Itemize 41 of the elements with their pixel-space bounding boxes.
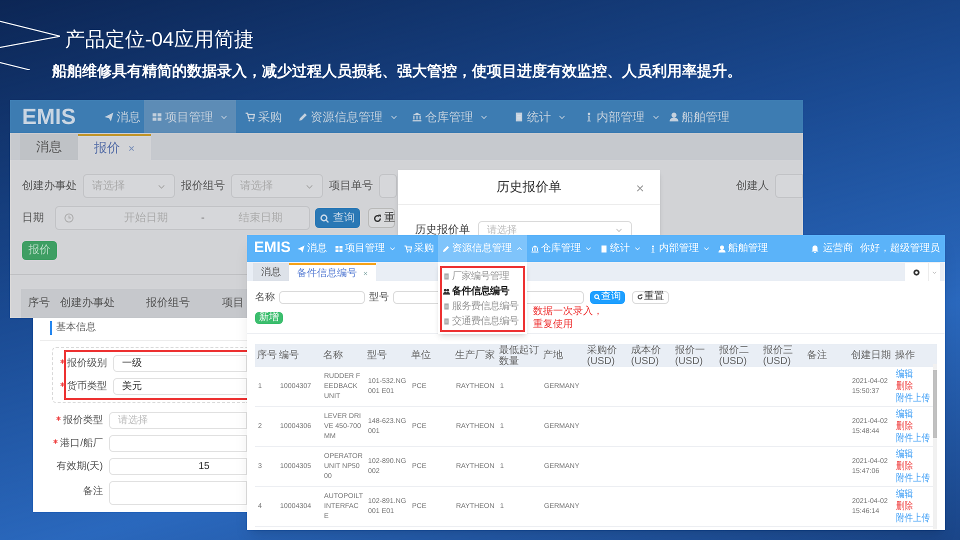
annotation-text: 数据一次录入，重复使用	[533, 305, 604, 331]
field-label: 项目单号	[329, 178, 373, 194]
field-label: 创建办事处	[22, 178, 77, 194]
column-header: 创建日期	[850, 350, 892, 361]
column-header: 报价一(USD)	[674, 344, 706, 366]
column-header: 编号	[278, 350, 300, 361]
column-header: 创建办事处	[59, 296, 116, 312]
app-logo: EMIS	[21, 103, 77, 131]
column-header: 备注	[806, 350, 828, 361]
dialog-title: 历史报价单	[496, 178, 562, 196]
column-header: 名称	[322, 350, 344, 361]
column-header: 序号	[256, 350, 277, 361]
column-header: 项目	[221, 296, 245, 312]
column-header: 报价组号	[145, 296, 191, 312]
app-logo: EMIS	[253, 238, 292, 258]
column-header: 最低起订数量	[498, 344, 540, 366]
column-header: 型号	[366, 350, 388, 361]
field-label: 报价组号	[181, 178, 225, 194]
field-label: 历史报价单	[415, 222, 470, 235]
field-label: 备注	[83, 484, 103, 499]
column-header: 采购价(USD)	[586, 344, 618, 366]
field-label: 名称	[255, 290, 275, 304]
field-label: 报价类型	[63, 414, 103, 428]
field-label: 创建人	[736, 178, 769, 194]
column-header: 生产厂家	[454, 350, 496, 361]
column-header: 产地	[542, 350, 564, 361]
field-label: 有效期(天)	[56, 460, 103, 474]
field-label: 港口/船厂	[60, 436, 103, 451]
column-header: 单位	[410, 350, 432, 361]
field-label: 型号	[369, 290, 389, 304]
field-label: 日期	[22, 210, 44, 226]
slide-subtitle: 船舶维修具有精简的数据录入，减少过程人员损耗、强大管控，使项目进度有效监控、人员利用率提升。	[52, 64, 742, 79]
column-header: 操作	[894, 350, 916, 361]
column-header: 报价三(USD)	[762, 344, 794, 366]
field-label: 报价级别	[67, 356, 107, 371]
column-header: 成本价(USD)	[630, 344, 662, 366]
column-header: 序号	[27, 296, 51, 312]
field-label: 货币类型	[67, 380, 107, 394]
slide-title: 产品定位-04应用简捷	[65, 30, 254, 50]
operator-label: 运营商	[823, 242, 853, 256]
column-header: 报价二(USD)	[718, 344, 750, 366]
